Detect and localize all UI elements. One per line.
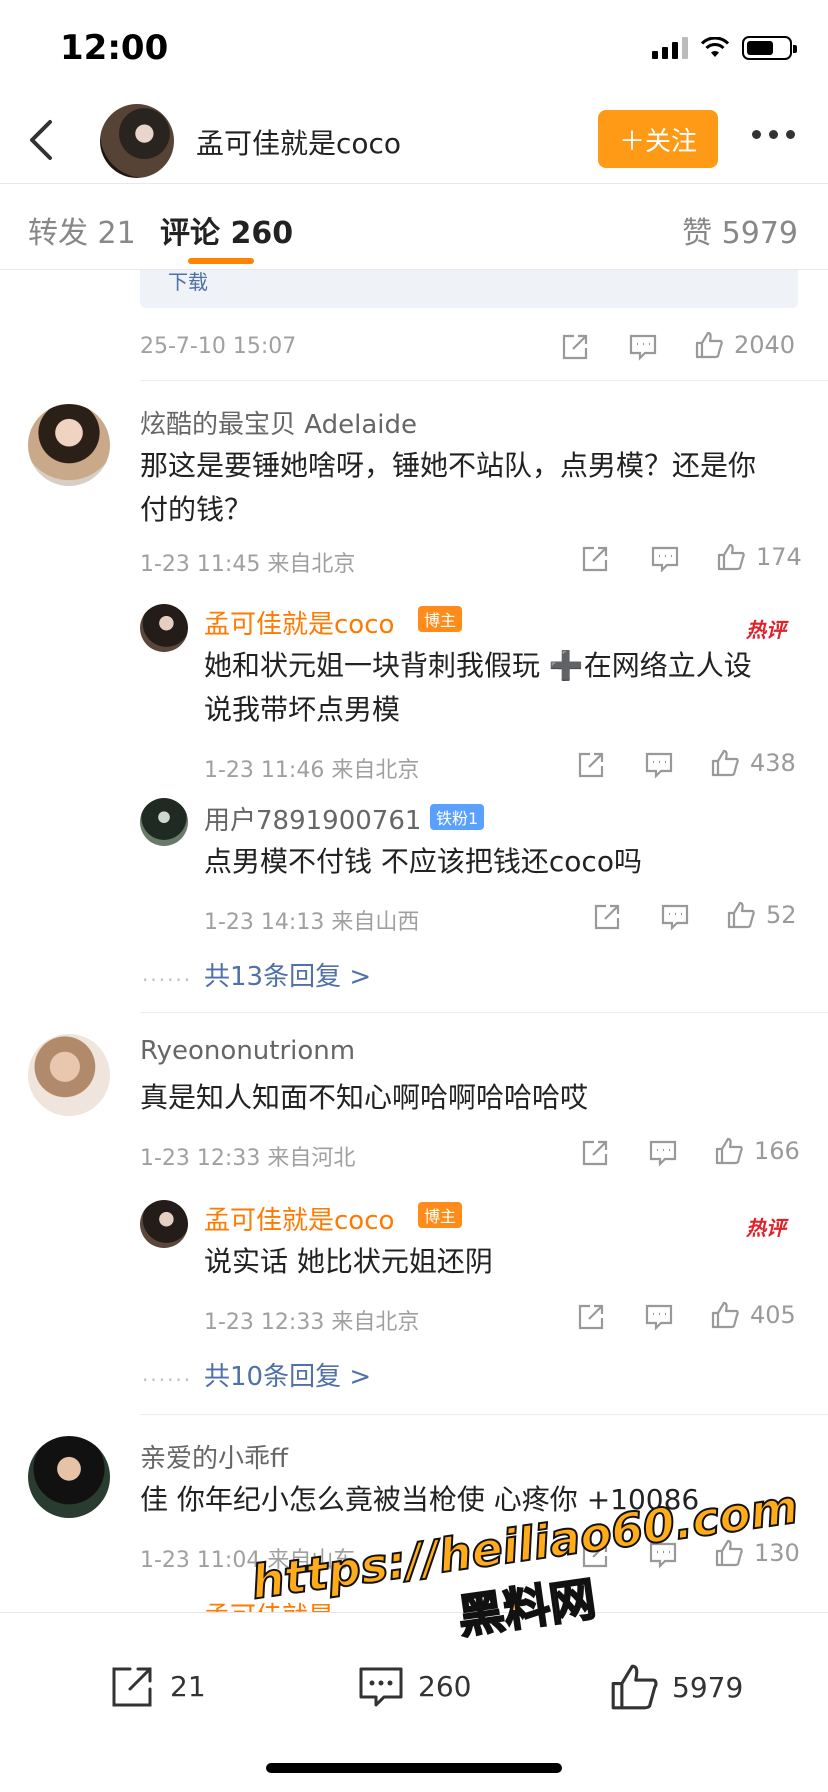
reply-author-name[interactable]: 用户7891900761 bbox=[204, 800, 421, 837]
comment-icon[interactable] bbox=[628, 332, 658, 362]
divider bbox=[140, 1012, 828, 1013]
thumbs-up-icon bbox=[695, 331, 723, 359]
divider bbox=[140, 380, 828, 381]
like-button[interactable]: 5979 bbox=[608, 1661, 743, 1713]
hot-comment-badge: 热评 bbox=[746, 618, 786, 642]
commenter-avatar[interactable] bbox=[28, 1436, 110, 1518]
comment-text: 那这是要锤她啥呀，锤她不站队，点男模？还是你 bbox=[140, 449, 757, 482]
thumbs-up-icon bbox=[727, 901, 755, 929]
repost-count: 21 bbox=[170, 1669, 206, 1703]
reply-like[interactable]: 52 bbox=[726, 900, 797, 930]
fan-badge: 铁粉1 bbox=[430, 804, 485, 830]
share-icon[interactable] bbox=[576, 750, 606, 780]
comment-icon[interactable] bbox=[660, 902, 690, 932]
divider bbox=[140, 1414, 828, 1415]
share-icon[interactable] bbox=[580, 1138, 610, 1168]
comment-like[interactable]: 166 bbox=[714, 1136, 800, 1166]
thumbs-up-icon bbox=[717, 543, 745, 571]
reply-meta: 1-23 12:33 来自北京 bbox=[204, 1310, 420, 1335]
status-time: 12:00 bbox=[60, 28, 169, 68]
reply-text: 点男模不付钱 不应该把钱还coco吗 bbox=[204, 845, 642, 878]
reply-meta: 1-23 11:46 来自北京 bbox=[204, 758, 420, 783]
author-name[interactable]: 孟可佳就是coco bbox=[196, 122, 401, 162]
follow-button[interactable]: ＋关注 bbox=[598, 110, 718, 168]
comment-text: 真是知人知面不知心啊哈啊哈哈哈哎 bbox=[140, 1081, 589, 1114]
share-icon[interactable] bbox=[576, 1302, 606, 1332]
back-arrow-icon[interactable] bbox=[22, 116, 62, 164]
like-icon bbox=[611, 1664, 658, 1710]
reply-text: 说我带坏点男模 bbox=[204, 693, 401, 726]
repost-icon bbox=[112, 1667, 152, 1707]
tab-reposts[interactable]: 转发 21 bbox=[28, 208, 136, 252]
reply-like[interactable]: 405 bbox=[710, 1300, 796, 1330]
wifi-icon bbox=[700, 37, 730, 57]
post-like[interactable]: 2040 bbox=[694, 330, 795, 360]
tab-active-indicator bbox=[188, 258, 254, 264]
like-count: 5979 bbox=[672, 1670, 744, 1704]
reply-like[interactable]: 438 bbox=[710, 748, 796, 778]
commenter-avatar[interactable] bbox=[28, 404, 110, 486]
battery-icon bbox=[742, 36, 797, 60]
tab-likes[interactable]: 赞 5979 bbox=[682, 208, 798, 252]
comment-icon[interactable] bbox=[650, 544, 680, 574]
commenter-avatar[interactable] bbox=[28, 1034, 110, 1116]
signal-icon bbox=[652, 37, 688, 59]
tab-comments[interactable]: 评论 260 bbox=[160, 208, 293, 252]
comment-like-count: 166 bbox=[754, 1137, 800, 1165]
comment-bubble-icon bbox=[359, 1667, 403, 1707]
reply-like-count: 405 bbox=[750, 1301, 796, 1329]
home-indicator[interactable] bbox=[266, 1763, 562, 1773]
thumbs-up-icon bbox=[715, 1137, 743, 1165]
repost-button[interactable]: 21 bbox=[108, 1661, 206, 1711]
download-card[interactable]: 下载 bbox=[140, 270, 798, 308]
view-more-replies[interactable]: 共10条回复 > bbox=[204, 1356, 371, 1393]
tab-bar: 转发 21 评论 260 赞 5979 bbox=[0, 184, 828, 270]
comment-icon[interactable] bbox=[644, 1302, 674, 1332]
author-avatar[interactable] bbox=[100, 104, 174, 178]
reply-text: 她和状元姐一块背刺我假玩 ➕在网络立人设 bbox=[204, 649, 752, 682]
reply-like-count: 52 bbox=[766, 901, 797, 929]
reply-avatar[interactable] bbox=[140, 604, 188, 652]
comment-like-count: 174 bbox=[756, 543, 802, 571]
comment-meta: 1-23 12:33 来自河北 bbox=[140, 1146, 356, 1171]
commenter-name[interactable]: 炫酷的最宝贝 Adelaide bbox=[140, 404, 417, 441]
more-options-icon[interactable] bbox=[752, 130, 795, 139]
nav-header: 孟可佳就是coco ＋关注 bbox=[0, 96, 828, 184]
commenter-name[interactable]: Ryeononutrionm bbox=[140, 1036, 355, 1066]
comment-icon[interactable] bbox=[648, 1138, 678, 1168]
comment-count: 260 bbox=[418, 1669, 472, 1703]
reply-meta: 1-23 14:13 来自山西 bbox=[204, 910, 420, 935]
reply-avatar[interactable] bbox=[140, 1200, 188, 1248]
share-icon[interactable] bbox=[580, 544, 610, 574]
comment-button[interactable]: 260 bbox=[356, 1661, 471, 1711]
reply-text: 说实话 她比状元姐还阴 bbox=[204, 1245, 493, 1278]
status-icons bbox=[652, 36, 797, 60]
download-card-label: 下载 bbox=[168, 270, 208, 294]
hot-comment-badge: 热评 bbox=[746, 1216, 786, 1240]
reply-like-count: 438 bbox=[750, 749, 796, 777]
comment-like[interactable]: 174 bbox=[716, 542, 802, 572]
thumbs-up-icon bbox=[711, 1301, 739, 1329]
host-badge: 博主 bbox=[418, 1202, 463, 1228]
reply-avatar[interactable] bbox=[140, 798, 188, 846]
thumbs-up-icon bbox=[711, 749, 739, 777]
status-bar: 12:00 bbox=[0, 0, 828, 96]
replies-dots: ...... bbox=[142, 962, 193, 986]
comment-text: 付的钱？ bbox=[140, 493, 253, 526]
comment-icon[interactable] bbox=[644, 750, 674, 780]
reply-author-name[interactable]: 孟可佳就是coco bbox=[204, 1200, 394, 1237]
share-icon[interactable] bbox=[592, 902, 622, 932]
post-timestamp: 25-7-10 15:07 bbox=[140, 334, 297, 359]
share-icon[interactable] bbox=[560, 332, 590, 362]
host-badge: 博主 bbox=[418, 606, 463, 632]
commenter-name[interactable]: 亲爱的小乖ff bbox=[140, 1438, 288, 1475]
replies-dots: ...... bbox=[142, 1362, 193, 1386]
post-like-count: 2040 bbox=[734, 331, 796, 359]
view-more-replies[interactable]: 共13条回复 > bbox=[204, 956, 371, 993]
comment-meta: 1-23 11:45 来自北京 bbox=[140, 552, 356, 577]
reply-author-name[interactable]: 孟可佳就是coco bbox=[204, 604, 394, 641]
